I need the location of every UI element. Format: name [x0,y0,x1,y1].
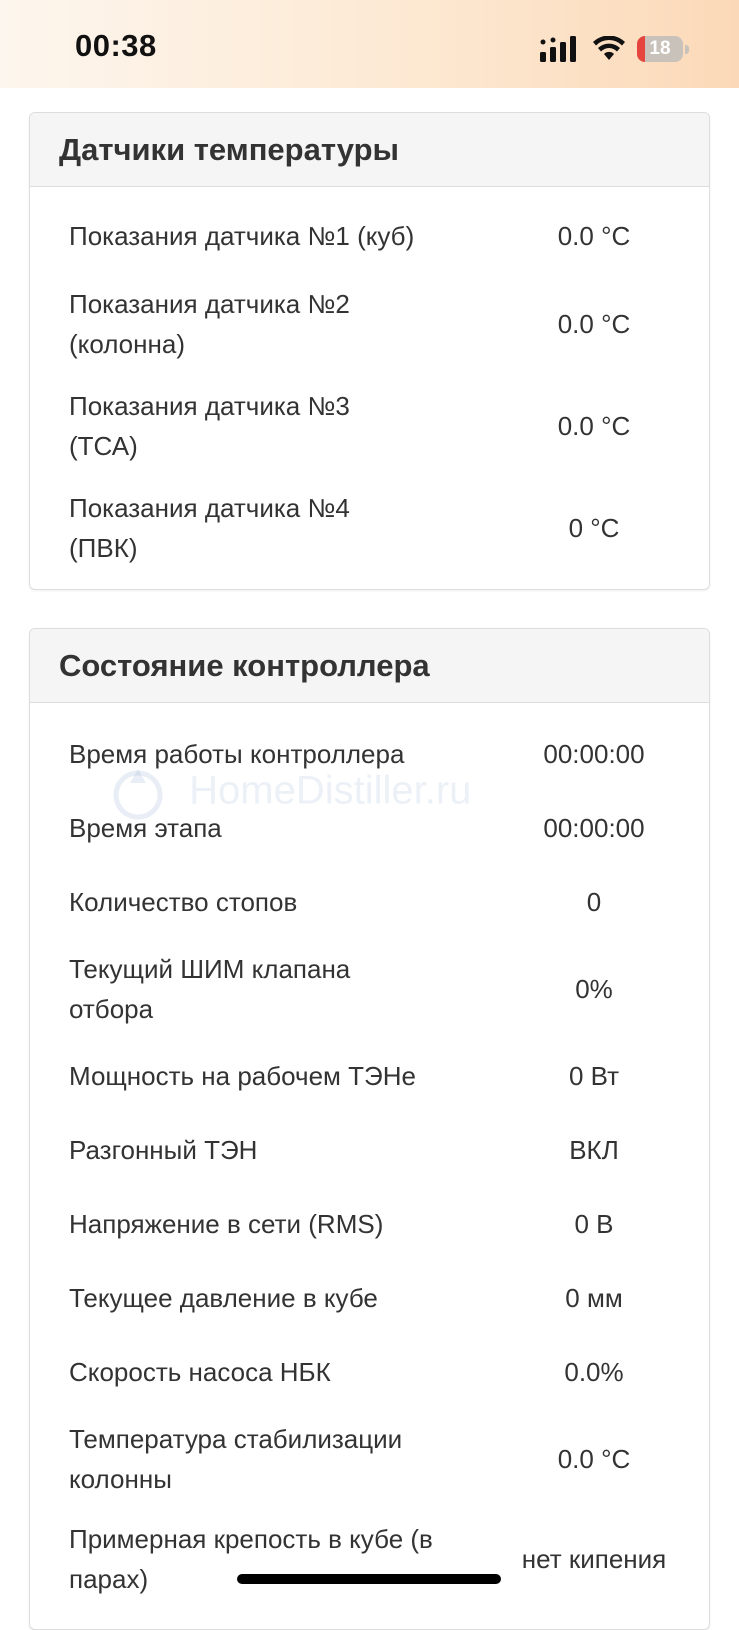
pump-speed-row: Скорость насоса НБК 0.0% [30,1335,709,1409]
heater-power-value: 0 Вт [568,1061,620,1091]
sensor-2-value: 0.0 °C [557,309,631,339]
sensor-1-value: 0.0 °C [557,221,631,251]
sensor-row-1: Показания датчика №1 (куб) 0.0 °C [30,199,709,273]
temperature-sensors-panel: Датчики температуры Показания датчика №1… [29,112,710,590]
stabilization-temp-label: Температура стабилизации колонны [69,1424,403,1494]
battery-level-text: 18 [649,38,671,59]
boost-heater-label: Разгонный ТЭН [69,1135,258,1165]
cube-pressure-row: Текущее давление в кубе 0 мм [30,1261,709,1335]
valve-pwm-value: 0% [575,974,613,1004]
stops-count-row: Количество стопов 0 [30,865,709,939]
temperature-rows: Показания датчика №1 (куб) 0.0 °C Показа… [30,187,709,579]
stops-count-label: Количество стопов [69,887,298,917]
mains-voltage-label: Напряжение в сети (RMS) [69,1209,384,1239]
status-bar: 00:38 18 [0,0,739,88]
valve-pwm-row: Текущий ШИМ клапана отбора 0% [30,939,709,1039]
uptime-value: 00:00:00 [543,739,645,769]
controller-state-panel: Состояние контроллера Время работы контр… [29,628,710,1630]
uptime-label: Время работы контроллера [69,739,405,769]
stage-time-value: 00:00:00 [543,813,645,843]
sensor-3-value: 0.0 °C [557,411,631,441]
controller-rows: Время работы контроллера 00:00:00 Время … [30,703,709,1609]
sensor-4-value: 0 °C [568,513,620,543]
stage-time-label: Время этапа [69,813,222,843]
wifi-icon [593,36,625,60]
boost-heater-row: Разгонный ТЭН ВКЛ [30,1113,709,1187]
valve-pwm-label: Текущий ШИМ клапана отбора [69,954,351,1024]
cube-strength-label: Примерная крепость в кубе (в парах) [69,1524,433,1594]
mains-voltage-value: 0 В [574,1209,614,1239]
stabilization-temp-row: Температура стабилизации колонны 0.0 °C [30,1409,709,1509]
temperature-panel-title: Датчики температуры [30,113,709,187]
mains-voltage-row: Напряжение в сети (RMS) 0 В [30,1187,709,1261]
home-indicator[interactable] [237,1574,501,1584]
sensor-row-3: Показания датчика №3 (ТСА) 0.0 °C [30,375,709,477]
heater-power-label: Мощность на рабочем ТЭНе [69,1061,416,1091]
sensor-3-label: Показания датчика №3 (ТСА) [69,391,350,461]
boost-heater-value: ВКЛ [569,1135,619,1165]
heater-power-row: Мощность на рабочем ТЭНе 0 Вт [30,1039,709,1113]
pump-speed-value: 0.0% [564,1357,624,1387]
sensor-2-label: Показания датчика №2 (колонна) [69,289,350,359]
cellular-signal-icon [540,36,576,62]
cube-pressure-value: 0 мм [565,1283,623,1313]
cube-strength-row: Примерная крепость в кубе (в парах) нет … [30,1509,709,1609]
sensor-4-label: Показания датчика №4 (ПВК) [69,493,350,563]
controller-panel-title: Состояние контроллера [30,629,709,703]
pump-speed-label: Скорость насоса НБК [69,1357,331,1387]
stabilization-temp-value: 0.0 °C [557,1444,631,1474]
sensor-row-2: Показания датчика №2 (колонна) 0.0 °C [30,273,709,375]
cube-strength-value: нет кипения [521,1544,667,1574]
status-time: 00:38 [75,28,157,63]
cube-pressure-label: Текущее давление в кубе [69,1283,378,1313]
battery-icon: 18 [637,36,689,62]
sensor-1-label: Показания датчика №1 (куб) [69,221,415,251]
uptime-row: Время работы контроллера 00:00:00 [30,717,709,791]
stops-count-value: 0 [586,887,602,917]
sensor-row-4: Показания датчика №4 (ПВК) 0 °C [30,477,709,579]
stage-time-row: Время этапа 00:00:00 [30,791,709,865]
